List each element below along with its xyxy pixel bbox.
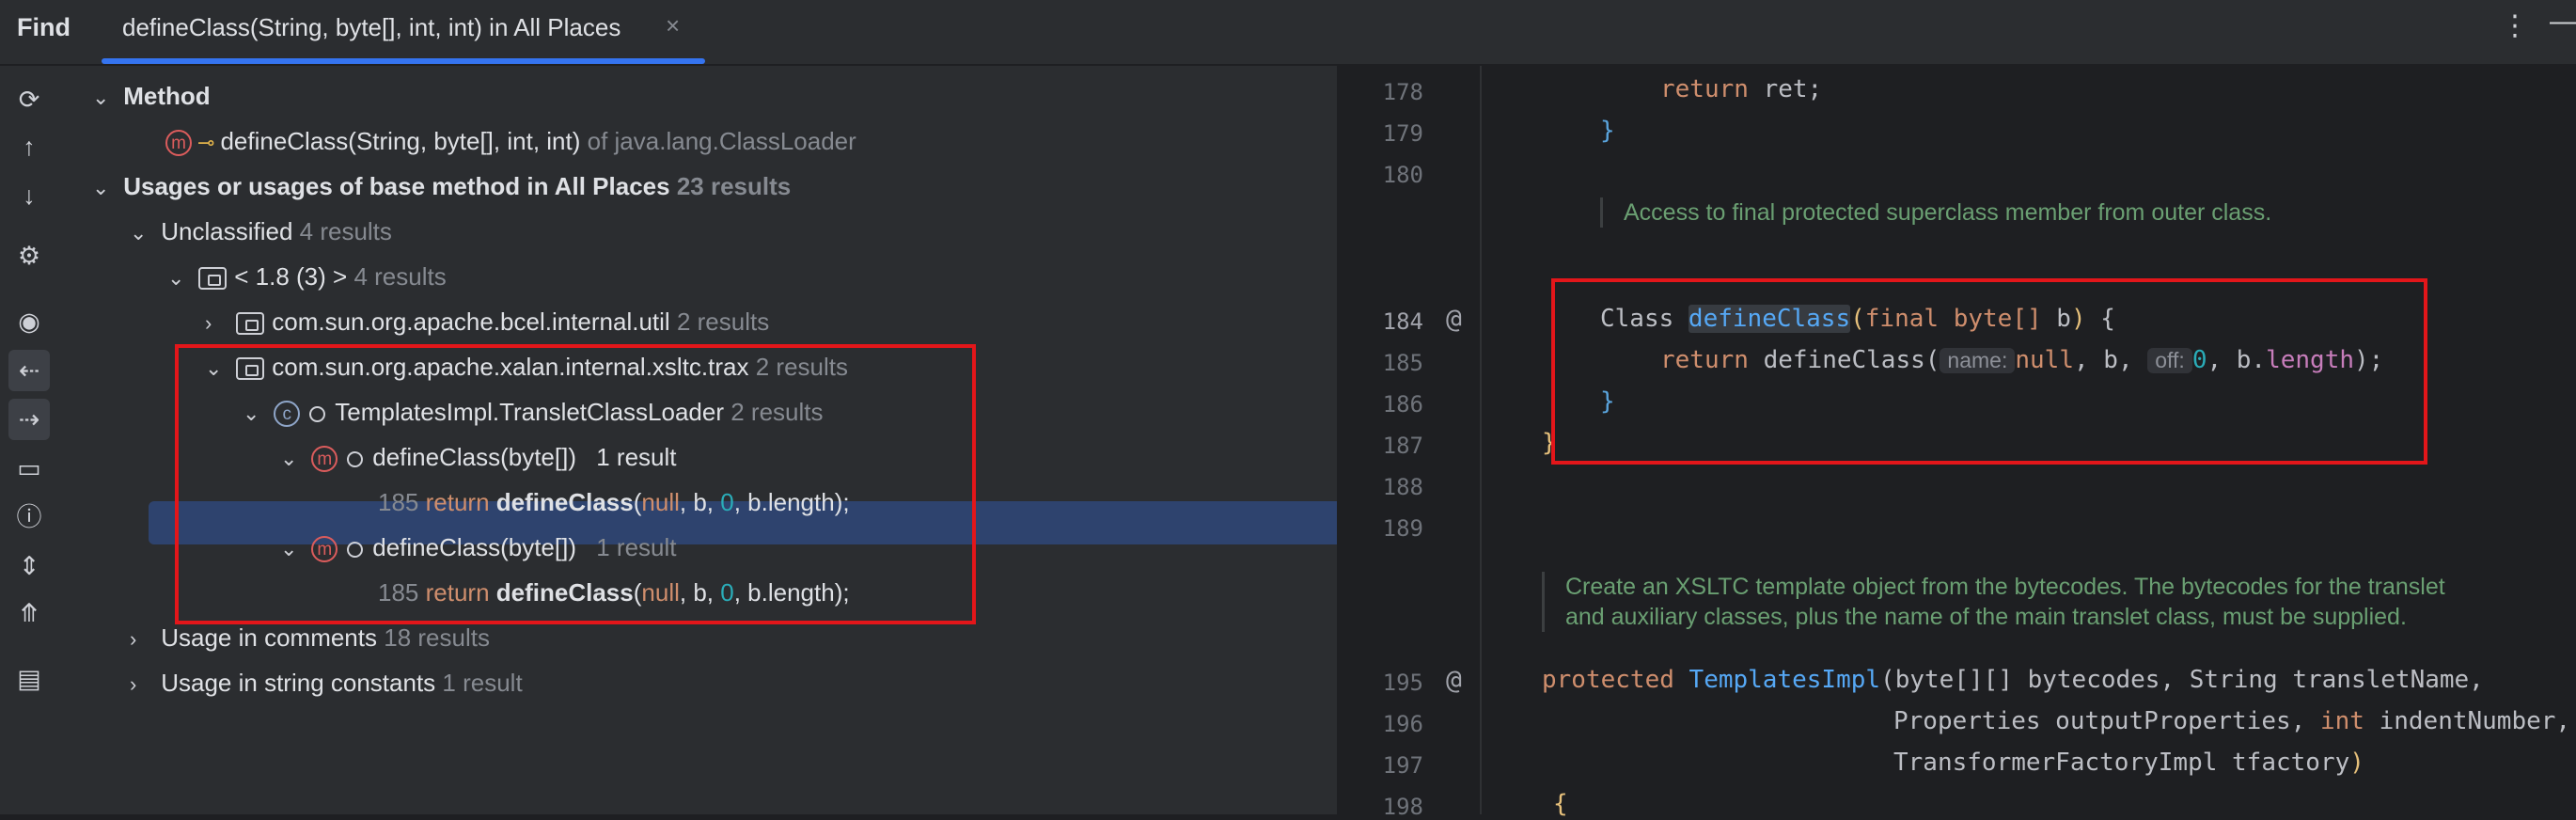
code-keyword: return <box>1660 75 1749 103</box>
code-text: (byte[][] bytecodes, String transletName… <box>1880 666 2484 694</box>
doc-line: and auxiliary classes, plus the name of … <box>1565 604 2407 630</box>
info-icon[interactable]: ⓘ <box>8 497 50 538</box>
code-function: TemplatesImpl <box>1673 666 1881 694</box>
chevron-right-icon[interactable]: › <box>130 619 154 660</box>
code-text: ret; <box>1748 75 1823 103</box>
arrow-down-icon[interactable]: ↓ <box>8 175 50 216</box>
tree-node-package-bcel[interactable]: › com.sun.org.apache.bcel.internal.util … <box>205 301 769 342</box>
code-line-195: protected TemplatesImpl(byte[][] bytecod… <box>1542 666 2484 694</box>
tree-node-usages[interactable]: ⌄ Usages or usages of base method in All… <box>92 166 791 207</box>
line-number: 196 <box>1382 711 1423 737</box>
code-line-196: Properties outputProperties, int indentN… <box>1893 707 2570 735</box>
tree-node-unclassified[interactable]: ⌄ Unclassified 4 results <box>130 211 392 252</box>
arrow-up-icon[interactable]: ↑ <box>8 126 50 167</box>
code-keyword: int <box>2319 707 2364 735</box>
line-number: 188 <box>1382 474 1423 500</box>
line-number: 195 <box>1382 670 1423 696</box>
settings-icon[interactable]: ⚙ <box>8 235 50 276</box>
close-icon[interactable]: × <box>666 11 680 40</box>
key-icon: ⊸ <box>197 131 215 154</box>
method-icon: m <box>165 130 192 157</box>
override-gutter-icon[interactable]: @ <box>1446 303 1462 334</box>
gutter-separator <box>1480 66 1482 814</box>
code-paren: ) <box>2349 749 2364 777</box>
line-number: 184 <box>1382 308 1423 335</box>
tab-active-indicator <box>102 58 705 64</box>
code-keyword: protected <box>1542 666 1674 694</box>
find-toolwindow-header: Find defineClass(String, byte[], int, in… <box>0 0 2576 66</box>
collapse-all-icon[interactable]: ⤊ <box>8 592 50 634</box>
expand-all-icon[interactable]: ⇕ <box>8 545 50 587</box>
tree-node-strings[interactable]: › Usage in string constants 1 result <box>130 662 523 703</box>
method-owner: of java.lang.ClassLoader <box>587 127 856 155</box>
code-line-197: TransformerFactoryImpl tfactory) <box>1893 749 2364 777</box>
line-number: 186 <box>1382 391 1423 418</box>
line-number: 185 <box>1382 350 1423 376</box>
jdk-label: < 1.8 (3) > <box>234 262 348 291</box>
usages-count: 23 results <box>676 172 792 200</box>
chevron-down-icon[interactable]: ⌄ <box>130 213 154 254</box>
merge-left-icon[interactable]: ⇠ <box>8 350 50 391</box>
find-title: Find <box>17 13 71 41</box>
doc-comment-2: Create an XSLTC template object from the… <box>1542 572 2445 632</box>
more-options-icon[interactable]: ⋮ <box>2501 9 2529 42</box>
code-text: indentNumber, <box>2364 707 2571 735</box>
merge-right-icon[interactable]: ⇢ <box>8 399 50 440</box>
comments-label: Usage in comments <box>161 623 377 652</box>
library-icon <box>198 267 228 291</box>
method-signature: defineClass(String, byte[], int, int) <box>220 127 581 155</box>
override-gutter-icon[interactable]: @ <box>1446 664 1462 695</box>
code-preview-editor[interactable]: 178 return ret; 179 } 180 Access to fina… <box>1339 66 2576 820</box>
unclassified-label: Unclassified <box>161 217 293 245</box>
line-number: 187 <box>1382 433 1423 459</box>
tree-node-method-signature[interactable]: m ⊸ defineClass(String, byte[], int, int) … <box>165 120 856 162</box>
tab-label[interactable]: defineClass(String, byte[], int, int) in… <box>122 13 620 42</box>
code-text: TransformerFactoryImpl tfactory <box>1893 749 2350 777</box>
line-number: 178 <box>1382 79 1423 105</box>
package-icon <box>236 312 265 336</box>
package-count: 2 results <box>676 308 770 336</box>
code-brace: } <box>1600 117 1615 145</box>
package-label: com.sun.org.apache.bcel.internal.util <box>272 308 670 336</box>
refresh-icon[interactable]: ⟳ <box>8 79 50 120</box>
line-number: 198 <box>1382 794 1423 820</box>
doc-line: Create an XSLTC template object from the… <box>1565 574 2445 600</box>
chevron-down-icon[interactable]: ⌄ <box>92 167 117 209</box>
usages-tree: ⌄ Method m ⊸ defineClass(String, byte[], i… <box>58 66 1371 814</box>
folder-group-icon[interactable]: ▭ <box>8 448 50 489</box>
usages-header: Usages or usages of base method in All P… <box>123 172 670 200</box>
line-number: 180 <box>1382 162 1423 188</box>
line-number: 179 <box>1382 120 1423 147</box>
minimize-icon[interactable]: — <box>2550 6 2576 38</box>
jdk-count: 4 results <box>353 262 447 291</box>
unclassified-count: 4 results <box>299 217 392 245</box>
annotation-highlight-box <box>175 344 976 624</box>
tree-node-method[interactable]: ⌄ Method <box>92 75 211 117</box>
code-line-178: return ret; <box>1660 75 1822 103</box>
annotation-highlight-box <box>1551 278 2427 465</box>
export-icon[interactable]: ▤ <box>8 658 50 700</box>
doc-comment-1: Access to final protected superclass mem… <box>1600 197 2271 228</box>
find-toolbar: ⟳ ↑ ↓ ⚙ ◉ ⇠ ⇢ ▭ ⓘ ⇕ ⤊ ▤ <box>0 66 58 814</box>
chevron-right-icon[interactable]: › <box>205 303 229 344</box>
line-number: 197 <box>1382 752 1423 779</box>
strings-label: Usage in string constants <box>161 669 436 697</box>
chevron-down-icon[interactable]: ⌄ <box>167 258 192 299</box>
tree-node-jdk[interactable]: ⌄ < 1.8 (3) > 4 results <box>167 256 447 297</box>
code-text: Properties outputProperties, <box>1893 707 2320 735</box>
strings-count: 1 result <box>442 669 523 697</box>
method-header: Method <box>123 82 211 110</box>
line-number: 189 <box>1382 515 1423 542</box>
comments-count: 18 results <box>384 623 490 652</box>
preview-icon[interactable]: ◉ <box>8 301 50 342</box>
chevron-down-icon[interactable]: ⌄ <box>92 77 117 118</box>
chevron-right-icon[interactable]: › <box>130 664 154 705</box>
